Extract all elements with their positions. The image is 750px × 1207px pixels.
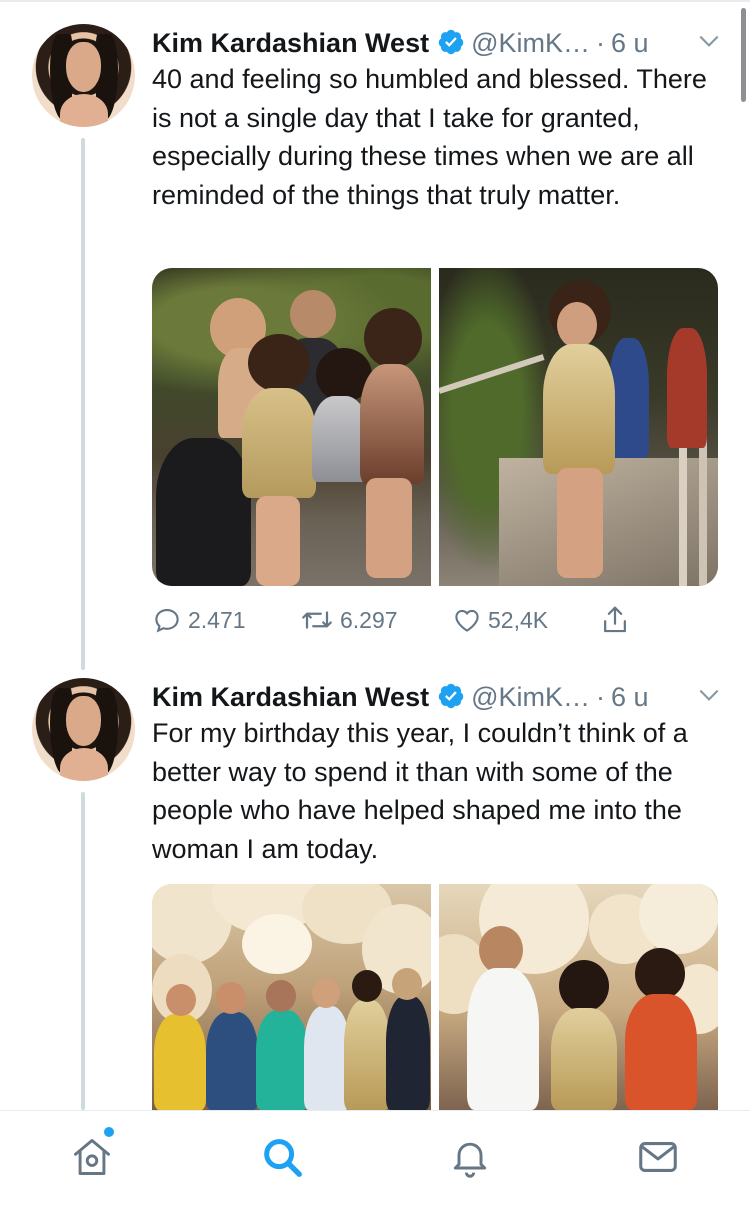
author-name[interactable]: Kim Kardashian West <box>152 682 429 712</box>
chevron-down-icon[interactable] <box>696 682 722 708</box>
reply-icon <box>155 608 179 633</box>
retweet-button[interactable]: 6.297 <box>300 600 398 640</box>
share-icon <box>604 606 626 633</box>
home-icon <box>74 1139 110 1175</box>
messages-icon <box>639 1142 677 1172</box>
tweet-header: Kim Kardashian West @KimK… · 6 u <box>152 678 722 716</box>
top-divider <box>0 0 750 2</box>
share-button[interactable] <box>600 600 630 640</box>
author-name[interactable]: Kim Kardashian West <box>152 28 429 58</box>
heart-icon <box>455 609 479 632</box>
tab-messages[interactable] <box>632 1131 684 1183</box>
timestamp[interactable]: 6 u <box>611 28 649 58</box>
thread-line <box>81 138 85 670</box>
tab-search[interactable] <box>256 1131 308 1183</box>
avatar[interactable] <box>32 678 135 781</box>
verified-badge-icon <box>438 683 464 709</box>
tab-home[interactable] <box>66 1131 118 1183</box>
timestamp[interactable]: 6 u <box>611 682 649 712</box>
tweet-text: For my birthday this year, I couldn’t th… <box>152 718 688 864</box>
like-button[interactable]: 52,4K <box>452 600 548 640</box>
verified-badge-icon <box>438 29 464 55</box>
tweet-actions: 2.471 6.297 52,4K <box>152 600 722 640</box>
photo-group-lanterns[interactable] <box>152 884 431 1110</box>
photo-group-party[interactable] <box>152 268 431 586</box>
photo-walkway[interactable] <box>439 268 718 586</box>
separator-dot: · <box>596 682 606 712</box>
notifications-icon <box>453 1142 487 1178</box>
like-count: 52,4K <box>488 606 549 633</box>
tab-bar <box>0 1110 750 1207</box>
tab-notifications[interactable] <box>444 1131 496 1183</box>
reply-count: 2.471 <box>188 606 246 633</box>
chevron-down-icon[interactable] <box>696 28 722 54</box>
search-icon <box>264 1139 302 1177</box>
notification-dot <box>104 1127 114 1137</box>
tweet-media[interactable] <box>152 884 718 1110</box>
photo-trio-lanterns[interactable] <box>439 884 718 1110</box>
reply-button[interactable]: 2.471 <box>152 600 246 640</box>
scrollbar[interactable] <box>741 8 746 102</box>
tweet-header: Kim Kardashian West @KimK… · 6 u <box>152 24 722 62</box>
separator-dot: · <box>596 28 606 58</box>
author-handle[interactable]: @KimK… <box>471 28 590 58</box>
retweet-icon <box>302 611 332 629</box>
tweet-media[interactable] <box>152 268 718 586</box>
retweet-count: 6.297 <box>340 606 398 633</box>
thread-line <box>81 792 85 1110</box>
tweet-text: 40 and feeling so humbled and blessed. T… <box>152 64 707 210</box>
author-handle[interactable]: @KimK… <box>471 682 590 712</box>
avatar[interactable] <box>32 24 135 127</box>
